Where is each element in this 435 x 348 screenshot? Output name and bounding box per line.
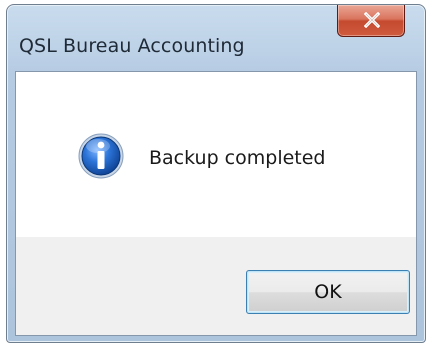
button-bar: OK [16, 237, 416, 335]
ok-button[interactable]: OK [246, 270, 410, 314]
dialog-window: QSL Bureau Accounting Backup completed O… [6, 4, 426, 343]
message-area: Backup completed [16, 72, 416, 237]
message-text: Backup completed [149, 147, 326, 169]
window-title: QSL Bureau Accounting [19, 35, 245, 57]
close-icon [364, 12, 380, 28]
close-button[interactable] [337, 5, 405, 37]
dialog-content: Backup completed OK [15, 71, 417, 336]
info-icon [77, 132, 125, 180]
